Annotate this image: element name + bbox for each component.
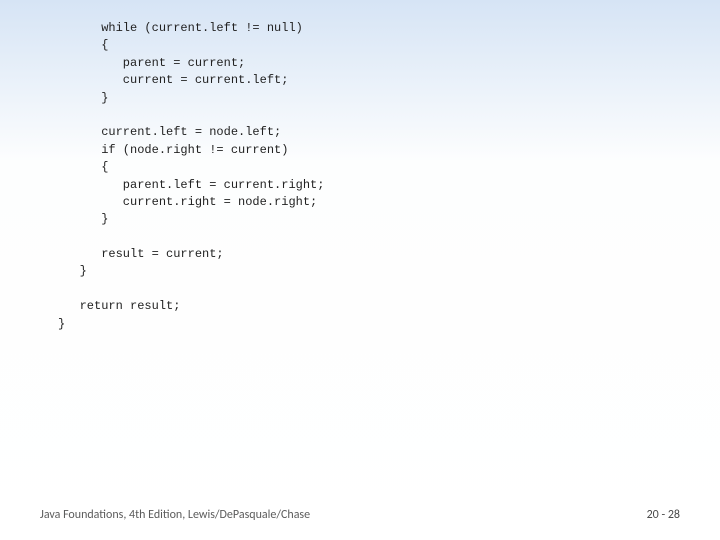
code-block: while (current.left != null) { parent = …: [58, 20, 324, 333]
footer-left: Java Foundations, 4th Edition, Lewis/DeP…: [40, 508, 310, 522]
footer: Java Foundations, 4th Edition, Lewis/DeP…: [40, 508, 680, 522]
slide: while (current.left != null) { parent = …: [0, 0, 720, 540]
page-number: 20 - 28: [647, 508, 680, 522]
